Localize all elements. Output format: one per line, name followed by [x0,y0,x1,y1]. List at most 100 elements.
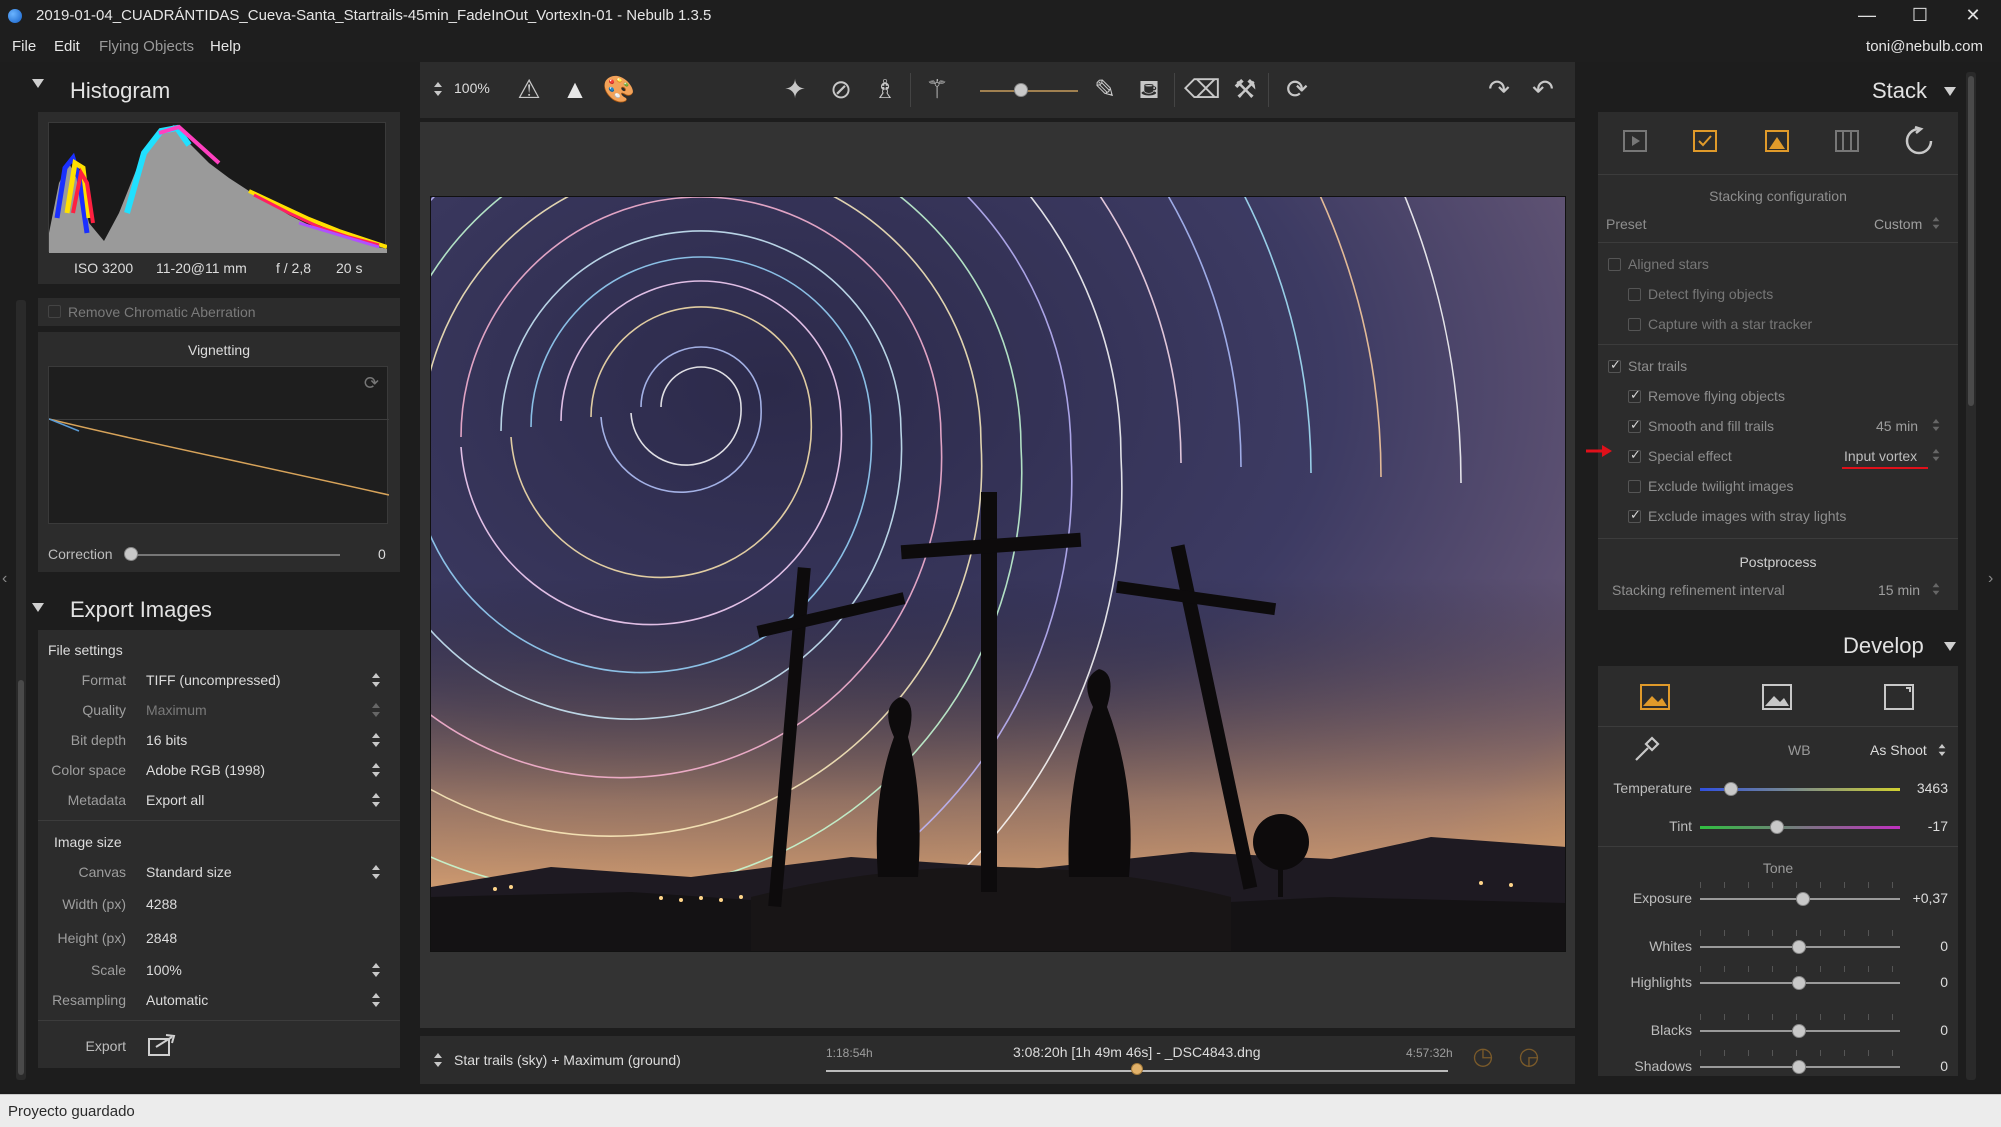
export-collapse-icon[interactable] [32,600,44,612]
detect-flying-checkbox[interactable] [1628,288,1641,301]
format-updown-icon[interactable] [372,673,380,687]
user-account[interactable]: toni@nebulb.com [1866,38,1983,55]
tint-slider-track[interactable] [1700,826,1900,829]
height-input[interactable]: 2848 [146,930,177,946]
highlights-slider-knob[interactable] [1792,976,1806,990]
shadows-slider-knob[interactable] [1792,1060,1806,1074]
menu-edit[interactable]: Edit [54,38,80,55]
refresh-icon[interactable]: ⟳ [1280,74,1314,104]
clock-forward-icon[interactable]: ◶ [1512,1042,1546,1072]
quality-updown-icon[interactable] [372,703,380,717]
special-effect-checkbox[interactable] [1628,447,1641,463]
quality-select[interactable]: Maximum [146,702,207,718]
brush-size-slider-track[interactable] [980,90,1078,92]
warning-outline-icon[interactable]: ⚠ [512,74,546,104]
special-effect-select[interactable]: Input vortex [1844,448,1917,464]
correction-slider-track[interactable] [130,554,340,556]
colorspace-select[interactable]: Adobe RGB (1998) [146,762,265,778]
tab-play[interactable] [1618,124,1652,158]
zoom-updown-icon[interactable] [434,82,442,96]
close-button[interactable]: ✕ [1946,0,2000,32]
tint-slider-knob[interactable] [1770,820,1784,834]
stack-mode-select[interactable]: Star trails (sky) + Maximum (ground) [454,1052,681,1068]
stack-collapse-icon[interactable] [1944,84,1956,102]
brush-icon[interactable]: ✎ [1088,74,1122,104]
bitdepth-select[interactable]: 16 bits [146,732,187,748]
width-input[interactable]: 4288 [146,896,177,912]
tab-columns[interactable] [1830,124,1864,158]
temperature-slider-knob[interactable] [1724,782,1738,796]
smooth-fill-checkbox[interactable] [1628,417,1641,433]
special-updown-icon[interactable] [1932,449,1940,461]
eyedropper-icon[interactable] [1630,734,1660,764]
remove-ca-checkbox[interactable] [48,305,61,318]
metadata-select[interactable]: Export all [146,792,204,808]
undo-icon[interactable]: ↶ [1526,74,1560,104]
vignetting-reset-icon[interactable]: ⟳ [364,373,379,394]
stars-icon[interactable]: ✦ [778,74,812,104]
wb-updown-icon[interactable] [1938,744,1946,756]
resampling-updown-icon[interactable] [372,993,380,1007]
wb-select[interactable]: As Shoot [1870,742,1927,758]
preset-updown-icon[interactable] [1932,217,1940,229]
zoom-value[interactable]: 100% [454,80,490,96]
scale-updown-icon[interactable] [372,963,380,977]
image-canvas-area[interactable] [420,122,1575,1028]
menu-help[interactable]: Help [210,38,241,55]
broom-icon[interactable]: ⚒ [1228,74,1262,104]
collapse-left-icon[interactable]: ‹ [2,570,7,588]
right-scrollbar[interactable] [1966,72,1976,1080]
tab-frame-develop[interactable] [1882,682,1916,717]
whites-slider-knob[interactable] [1792,940,1806,954]
maximize-button[interactable]: ☐ [1893,0,1947,32]
format-select[interactable]: TIFF (uncompressed) [146,672,281,688]
timeline-slider-knob[interactable] [1131,1063,1143,1075]
exposure-slider-knob[interactable] [1796,892,1810,906]
resampling-select[interactable]: Automatic [146,992,208,1008]
preset-select[interactable]: Custom [1874,216,1922,232]
tab-refresh[interactable] [1902,124,1936,158]
export-button[interactable] [146,1030,180,1060]
tower-icon[interactable]: ♗ [868,74,902,104]
metadata-updown-icon[interactable] [372,793,380,807]
smooth-fill-select[interactable]: 45 min [1876,418,1918,434]
develop-collapse-icon[interactable] [1944,639,1956,657]
exclude-stray-checkbox[interactable] [1628,507,1641,523]
redo-icon[interactable]: ↷ [1482,74,1516,104]
menu-flying-objects[interactable]: Flying Objects [99,38,194,55]
magic-wand-icon[interactable]: ⚚ [920,74,954,104]
smooth-updown-icon[interactable] [1932,419,1940,431]
clock-back-icon[interactable]: ◷ [1466,1042,1500,1072]
canvas-select[interactable]: Standard size [146,864,232,880]
left-scrollbar-thumb[interactable] [18,680,24,1075]
remove-flying-checkbox[interactable] [1628,387,1641,403]
minimize-button[interactable]: — [1840,0,1894,32]
right-scrollbar-thumb[interactable] [1968,76,1974,406]
collapse-right-icon[interactable]: › [1988,570,1993,588]
tab-ground-develop[interactable] [1760,682,1794,717]
tab-select-images[interactable] [1688,124,1722,158]
palette-icon[interactable]: 🎨 [602,74,636,104]
left-scrollbar[interactable] [16,300,26,1080]
refinement-select[interactable]: 15 min [1878,582,1920,598]
aligned-stars-checkbox[interactable] [1608,258,1621,271]
eraser-icon[interactable]: ⌫ [1184,74,1221,104]
warning-filled-icon[interactable]: ▲ [558,74,592,104]
canvas-updown-icon[interactable] [372,865,380,879]
paint-bucket-icon[interactable]: ⛾ [1132,74,1166,104]
planet-icon[interactable]: ⊘ [824,74,858,104]
tab-sky-develop[interactable] [1638,682,1672,717]
star-trails-checkbox[interactable] [1608,357,1621,373]
tab-mask[interactable] [1760,124,1794,158]
scale-select[interactable]: 100% [146,962,182,978]
blacks-slider-knob[interactable] [1792,1024,1806,1038]
mode-updown-icon[interactable] [434,1053,442,1067]
bitdepth-updown-icon[interactable] [372,733,380,747]
refinement-updown-icon[interactable] [1932,583,1940,595]
correction-slider-knob[interactable] [124,547,138,561]
brush-size-slider-knob[interactable] [1014,83,1028,97]
histogram-collapse-icon[interactable] [32,76,44,88]
menu-file[interactable]: File [12,38,36,55]
capture-tracker-checkbox[interactable] [1628,318,1641,331]
exclude-twilight-checkbox[interactable] [1628,480,1641,493]
